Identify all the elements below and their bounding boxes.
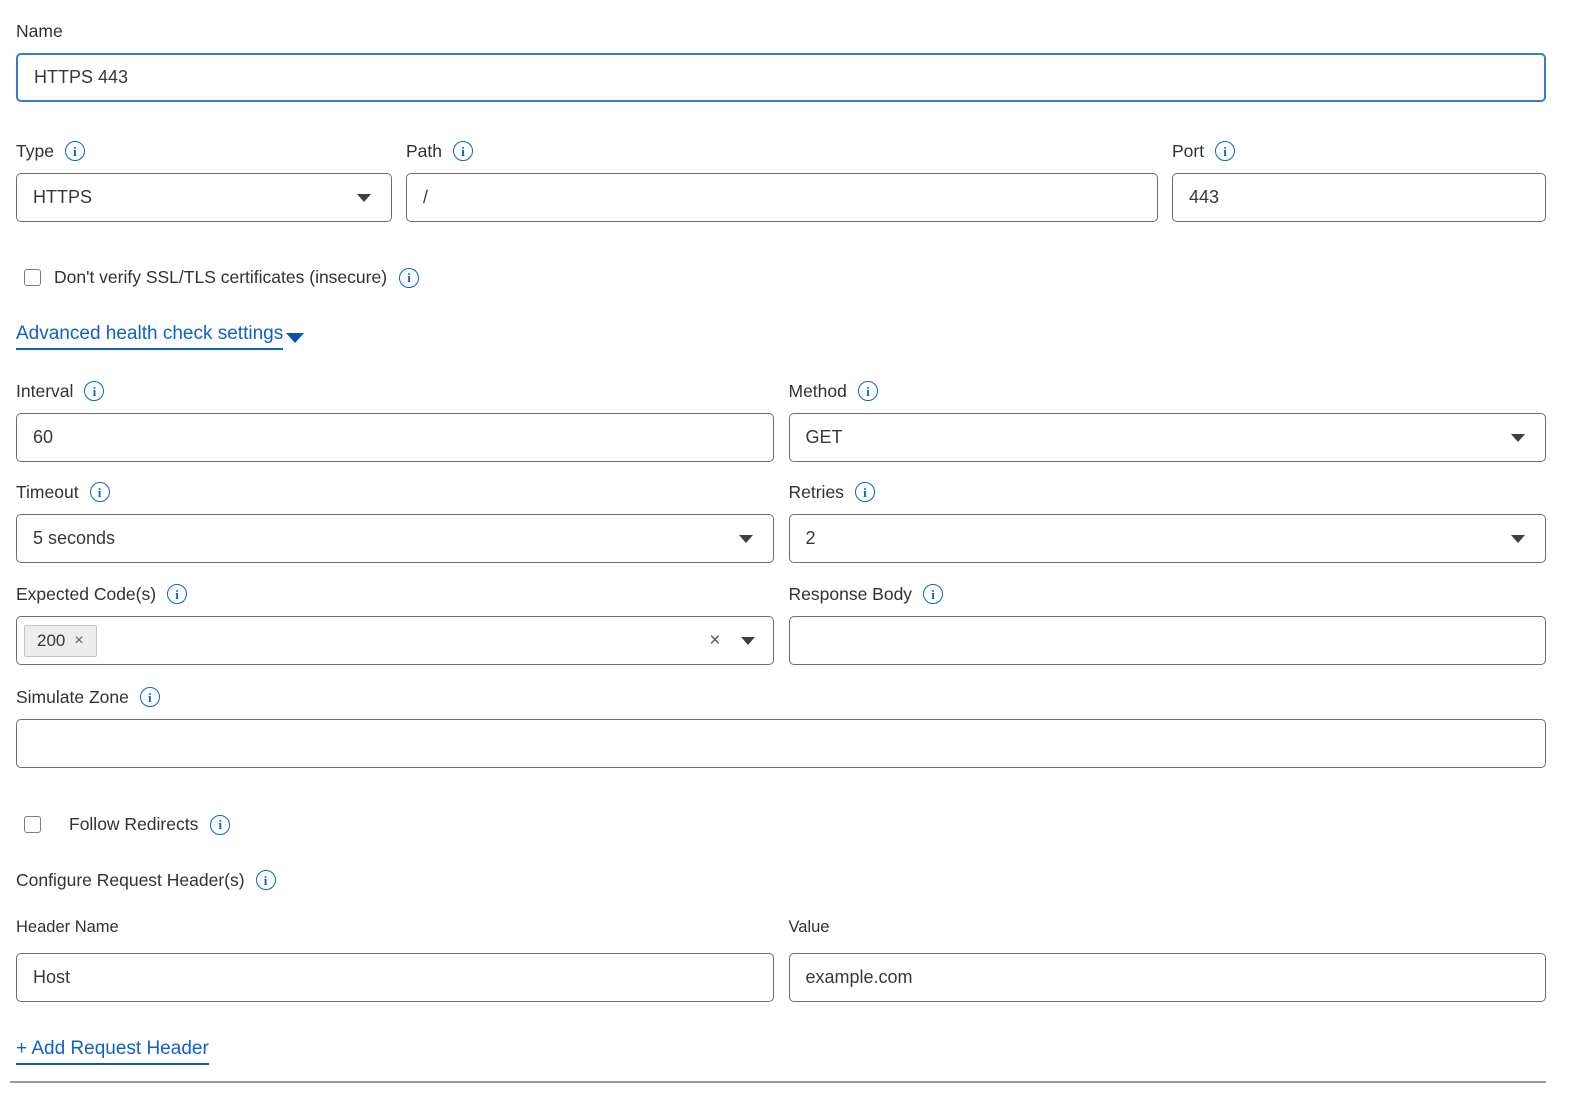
add-request-header-link[interactable]: + Add Request Header (16, 1038, 209, 1065)
simulate-zone-input[interactable] (16, 719, 1546, 768)
advanced-settings-link-label: Advanced health check settings (16, 323, 283, 350)
type-label: Type (16, 140, 54, 162)
method-field-group: Method i GET (789, 380, 1547, 462)
type-path-port-row: Type i HTTPS Path i Port i (16, 140, 1546, 222)
name-label-row: Name (16, 20, 1546, 42)
header-name-label: Header Name (16, 918, 774, 937)
ssl-verify-checkbox-row: Don't verify SSL/TLS certificates (insec… (24, 267, 1546, 288)
type-info-icon[interactable]: i (65, 141, 85, 161)
advanced-settings-link[interactable]: Advanced health check settings (16, 323, 304, 350)
retries-select-value: 2 (806, 528, 816, 549)
clear-all-icon[interactable]: × (709, 631, 720, 650)
simulate-zone-label: Simulate Zone (16, 686, 129, 708)
request-headers-info-icon[interactable]: i (256, 870, 276, 890)
follow-redirects-row: Follow Redirects i (24, 814, 1546, 835)
expected-codes-label-row: Expected Code(s) i (16, 583, 774, 605)
header-value-input[interactable] (789, 953, 1547, 1002)
ssl-verify-info-icon[interactable]: i (399, 268, 419, 288)
timeout-label: Timeout (16, 481, 79, 503)
codes-body-row: Expected Code(s) i 200 × × Response Body… (16, 583, 1546, 665)
interval-input[interactable] (16, 413, 774, 462)
port-info-icon[interactable]: i (1215, 141, 1235, 161)
chevron-down-icon (741, 637, 755, 645)
retries-info-icon[interactable]: i (855, 482, 875, 502)
follow-redirects-info-icon[interactable]: i (210, 815, 230, 835)
expected-codes-field-group: Expected Code(s) i 200 × × (16, 583, 774, 665)
timeout-select-value: 5 seconds (33, 528, 115, 549)
interval-method-row: Interval i Method i GET (16, 380, 1546, 462)
retries-label: Retries (789, 481, 844, 503)
expected-codes-label: Expected Code(s) (16, 583, 156, 605)
header-row-labels: Header Name Value (16, 918, 1546, 1002)
timeout-info-icon[interactable]: i (90, 482, 110, 502)
timeout-retries-row: Timeout i 5 seconds Retries i 2 (16, 481, 1546, 563)
type-select[interactable]: HTTPS (16, 173, 392, 222)
ssl-verify-checkbox[interactable] (24, 269, 41, 286)
follow-redirects-checkbox[interactable] (24, 816, 41, 833)
ssl-verify-checkbox-label: Don't verify SSL/TLS certificates (insec… (54, 267, 387, 288)
interval-label-row: Interval i (16, 380, 774, 402)
method-label: Method (789, 380, 847, 402)
interval-field-group: Interval i (16, 380, 774, 462)
type-label-row: Type i (16, 140, 392, 162)
timeout-field-group: Timeout i 5 seconds (16, 481, 774, 563)
type-field-group: Type i HTTPS (16, 140, 392, 222)
type-select-value: HTTPS (33, 187, 92, 208)
method-info-icon[interactable]: i (858, 381, 878, 401)
method-label-row: Method i (789, 380, 1547, 402)
header-value-label: Value (789, 918, 1547, 937)
response-body-label-row: Response Body i (789, 583, 1547, 605)
expected-codes-multiselect[interactable]: 200 × × (16, 616, 774, 665)
chevron-down-icon (1511, 535, 1525, 543)
method-select[interactable]: GET (789, 413, 1547, 462)
simulate-zone-info-icon[interactable]: i (140, 687, 160, 707)
chevron-down-icon (1511, 434, 1525, 442)
follow-redirects-label: Follow Redirects (69, 814, 198, 835)
port-field-group: Port i (1172, 140, 1546, 222)
response-body-field-group: Response Body i (789, 583, 1547, 665)
name-input[interactable] (16, 53, 1546, 102)
header-name-input[interactable] (16, 953, 774, 1002)
retries-field-group: Retries i 2 (789, 481, 1547, 563)
remove-tag-icon[interactable]: × (74, 633, 83, 649)
expected-code-tag: 200 × (24, 625, 97, 657)
response-body-info-icon[interactable]: i (923, 584, 943, 604)
response-body-input[interactable] (789, 616, 1547, 665)
path-info-icon[interactable]: i (453, 141, 473, 161)
port-label-row: Port i (1172, 140, 1546, 162)
name-field-group: Name (16, 20, 1546, 102)
health-check-form: Name Type i HTTPS Path i Port i (0, 0, 1570, 1083)
request-headers-label: Configure Request Header(s) (16, 869, 245, 891)
section-divider (10, 1081, 1546, 1083)
port-label: Port (1172, 140, 1204, 162)
expected-code-tag-value: 200 (37, 631, 65, 651)
request-headers-label-row: Configure Request Header(s) i (16, 869, 1546, 891)
path-label-row: Path i (406, 140, 1158, 162)
response-body-label: Response Body (789, 583, 913, 605)
path-label: Path (406, 140, 442, 162)
chevron-down-icon (286, 333, 304, 343)
interval-info-icon[interactable]: i (84, 381, 104, 401)
retries-label-row: Retries i (789, 481, 1547, 503)
retries-select[interactable]: 2 (789, 514, 1547, 563)
multiselect-controls: × (709, 631, 754, 650)
simulate-zone-field-group: Simulate Zone i (16, 686, 1546, 768)
timeout-select[interactable]: 5 seconds (16, 514, 774, 563)
name-label: Name (16, 20, 63, 42)
method-select-value: GET (806, 427, 843, 448)
expected-codes-info-icon[interactable]: i (167, 584, 187, 604)
chevron-down-icon (739, 535, 753, 543)
path-input[interactable] (406, 173, 1158, 222)
path-field-group: Path i (406, 140, 1158, 222)
port-input[interactable] (1172, 173, 1546, 222)
timeout-label-row: Timeout i (16, 481, 774, 503)
chevron-down-icon (357, 194, 371, 202)
simulate-zone-label-row: Simulate Zone i (16, 686, 1546, 708)
interval-label: Interval (16, 380, 73, 402)
